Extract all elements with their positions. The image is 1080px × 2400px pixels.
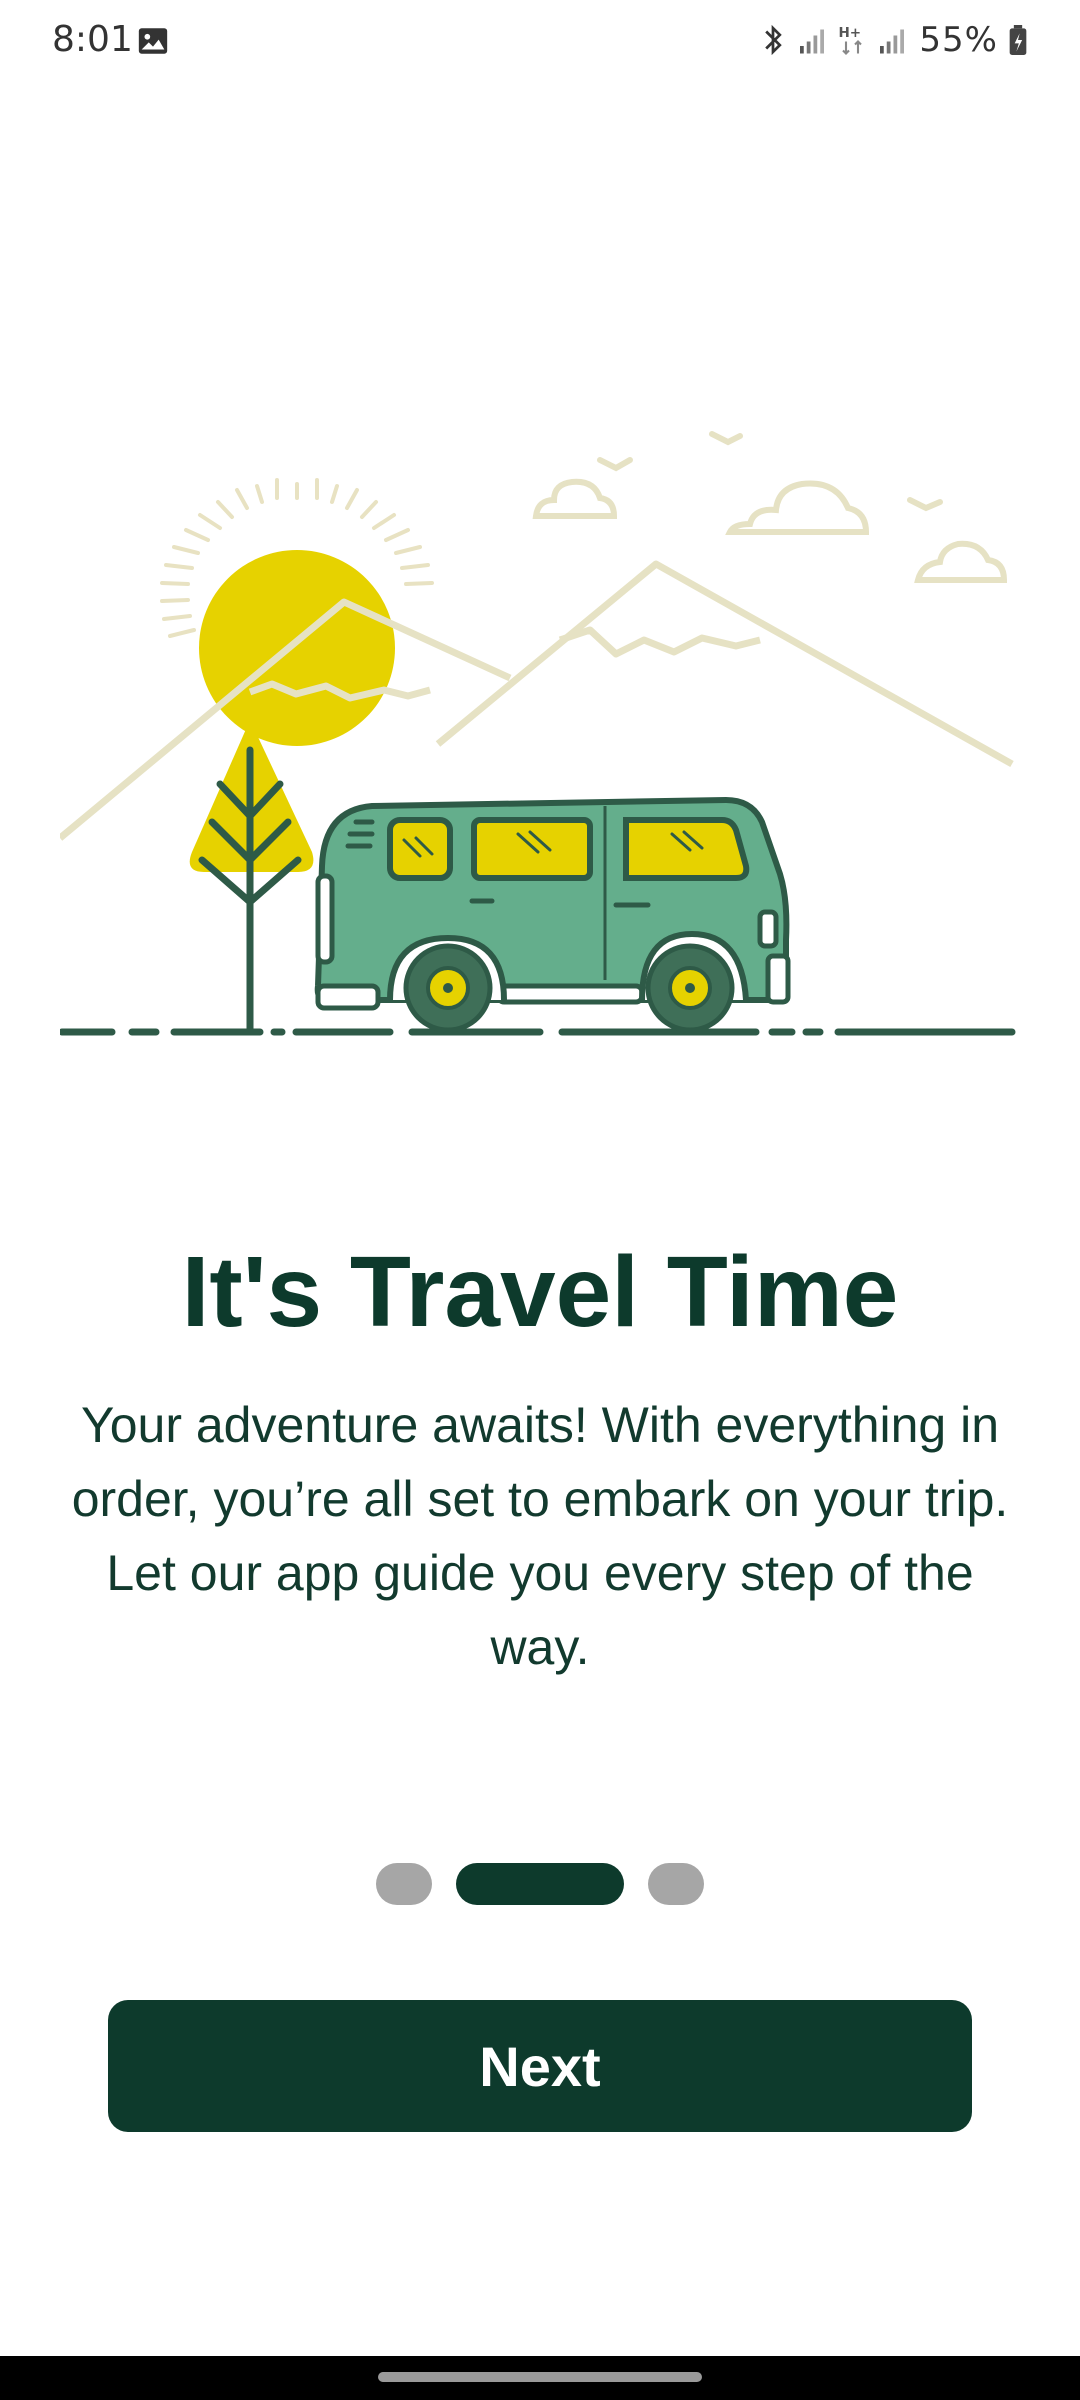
bluetooth-icon — [765, 24, 783, 56]
van-wheel — [403, 943, 493, 1033]
tree — [189, 720, 314, 1034]
home-gesture-handle[interactable] — [378, 2372, 702, 2382]
page-description: Your adventure awaits! With everything i… — [71, 1397, 1009, 1675]
status-bar: 8:01 H+ 55% — [0, 0, 1080, 80]
battery-icon — [1009, 25, 1027, 55]
mountains — [60, 560, 1014, 841]
van-travel-illustration — [60, 431, 1016, 1036]
next-button[interactable]: Next — [108, 2000, 972, 2132]
page-dot-3[interactable] — [648, 1863, 704, 1905]
signal-icon — [880, 29, 905, 54]
page-dot-1[interactable] — [376, 1863, 432, 1905]
page-title: It's Travel Time — [181, 1236, 899, 1348]
status-icons: H+ 55% — [749, 18, 1028, 62]
van-window — [623, 817, 750, 881]
van-window — [387, 817, 453, 881]
navigation-bar — [0, 2356, 1080, 2400]
status-time: 8:01 — [52, 19, 133, 60]
clouds — [532, 431, 1008, 583]
signal-icon — [800, 29, 825, 54]
battery-percentage: 55% — [919, 20, 998, 60]
h-plus-data-icon: H+ — [839, 25, 863, 55]
image-icon — [138, 28, 168, 54]
van-wheel — [645, 943, 735, 1033]
sun — [199, 550, 395, 746]
van — [314, 797, 791, 1033]
page-dot-2-active[interactable] — [456, 1863, 624, 1905]
svg-text:H+: H+ — [839, 25, 862, 41]
van-window — [471, 817, 593, 881]
page-indicator — [0, 1862, 1080, 1906]
